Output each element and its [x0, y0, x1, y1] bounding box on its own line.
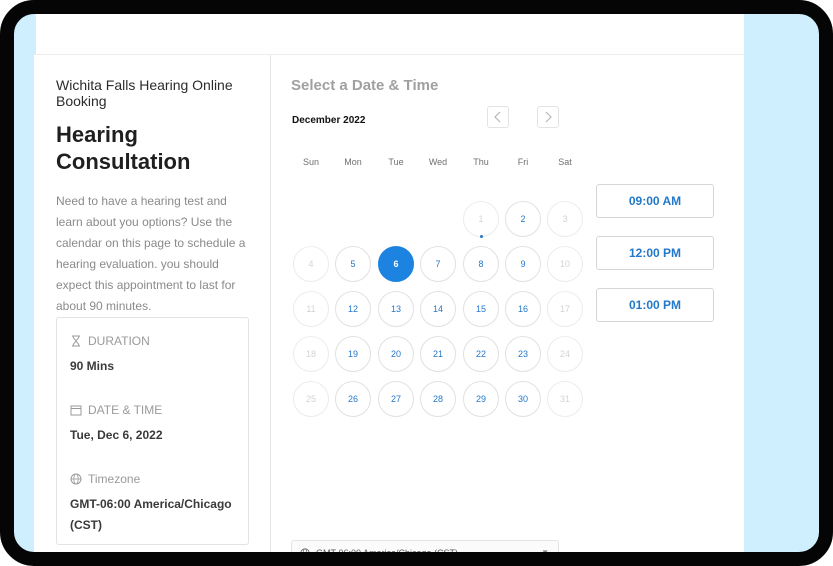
description: Need to have a hearing test and learn ab…: [56, 194, 246, 313]
weekday-thu: Thu: [473, 157, 489, 167]
calendar-day-30[interactable]: 30: [505, 381, 541, 417]
hourglass-icon: [72, 335, 80, 347]
calendar-day-16[interactable]: 16: [505, 291, 541, 327]
timezone-value: GMT-06:00 America/Chicago (CST): [70, 497, 232, 532]
calendar-icon: [70, 405, 82, 416]
calendar-day-10: 10: [547, 246, 583, 282]
calendar-day-20[interactable]: 20: [378, 336, 414, 372]
calendar-day-14[interactable]: 14: [420, 291, 456, 327]
today-indicator: [479, 235, 483, 238]
datetime-label: DATE & TIME: [88, 403, 163, 417]
weekday-mon: Mon: [344, 157, 362, 167]
calendar-day-13[interactable]: 13: [378, 291, 414, 327]
calendar-day-19[interactable]: 19: [335, 336, 371, 372]
calendar-day-15[interactable]: 15: [463, 291, 499, 327]
calendar-day-27[interactable]: 27: [378, 381, 414, 417]
time-slot-button[interactable]: 09:00 AM: [596, 184, 714, 218]
calendar-day-8[interactable]: 8: [463, 246, 499, 282]
calendar-day-18: 18: [293, 336, 329, 372]
duration-label: DURATION: [88, 334, 150, 348]
prev-month-button[interactable]: [487, 106, 509, 128]
scheduler: Select a Date & Time December 2022 Sun Mo…: [271, 55, 744, 558]
calendar-day-12[interactable]: 12: [335, 291, 371, 327]
calendar-day-6[interactable]: 6: [378, 246, 414, 282]
timezone-block: Timezone GMT-06:00 America/Chicago (CST): [70, 472, 245, 536]
calendar-day-7[interactable]: 7: [420, 246, 456, 282]
calendar-day-9[interactable]: 9: [505, 246, 541, 282]
sidebar: Wichita Falls Hearing Online Booking Hea…: [34, 55, 271, 552]
weekday-sun: Sun: [302, 157, 319, 167]
datetime-value: Tue, Dec 6, 2022: [70, 428, 163, 442]
time-slot-button[interactable]: 12:00 PM: [596, 236, 714, 270]
device-frame: Wichita Falls Hearing Online Booking Hea…: [0, 0, 833, 566]
calendar-day-23[interactable]: 23: [505, 336, 541, 372]
time-slot-button[interactable]: 01:00 PM: [596, 288, 714, 322]
top-bar: [36, 14, 744, 54]
timezone-label: Timezone: [88, 472, 141, 486]
calendar-day-3: 3: [547, 201, 583, 237]
calendar-day-24: 24: [547, 336, 583, 372]
calendar-day-11: 11: [293, 291, 329, 327]
datetime-block: DATE & TIME Tue, Dec 6, 2022: [70, 403, 245, 446]
select-heading: Select a Date & Time: [291, 77, 439, 94]
globe-icon: [70, 473, 82, 485]
calendar-day-25: 25: [293, 381, 329, 417]
org-name: Wichita Falls Hearing Online Booking: [56, 77, 233, 109]
month-label: December 2022: [292, 115, 366, 126]
calendar-day-17: 17: [547, 291, 583, 327]
timezone-select[interactable]: GMT-06:00 America/Chicago (CST) ▼: [291, 540, 559, 558]
calendar-day-22[interactable]: 22: [463, 336, 499, 372]
duration-value: 90 Mins: [70, 359, 115, 373]
calendar-day-2[interactable]: 2: [505, 201, 541, 237]
calendar-day-28[interactable]: 28: [420, 381, 456, 417]
calendar-day-26[interactable]: 26: [335, 381, 371, 417]
weekday-wed: Wed: [428, 157, 448, 167]
weekday-fri: Fri: [517, 157, 529, 167]
appointment-info: DURATION 90 Mins DATE & TIME Tue, Dec 6,…: [56, 317, 249, 545]
calendar-day-29[interactable]: 29: [463, 381, 499, 417]
duration-block: DURATION 90 Mins: [70, 334, 245, 377]
calendar-day-31: 31: [547, 381, 583, 417]
weekday-sat: Sat: [558, 157, 572, 167]
booking-card: Wichita Falls Hearing Online Booking Hea…: [34, 54, 744, 558]
globe-icon: [300, 548, 310, 552]
calendar-day-21[interactable]: 21: [420, 336, 456, 372]
page-title: Hearing Consultation: [56, 122, 191, 174]
chevron-right-icon: [545, 111, 552, 123]
calendar-day-1: 1: [463, 201, 499, 237]
chevron-left-icon: [494, 111, 501, 123]
calendar-day-5[interactable]: 5: [335, 246, 371, 282]
calendar-day-4: 4: [293, 246, 329, 282]
next-month-button[interactable]: [537, 106, 559, 128]
timezone-select-value: GMT-06:00 America/Chicago (CST): [316, 548, 459, 558]
weekday-tue: Tue: [388, 157, 404, 167]
caret-down-icon: ▼: [541, 548, 549, 557]
